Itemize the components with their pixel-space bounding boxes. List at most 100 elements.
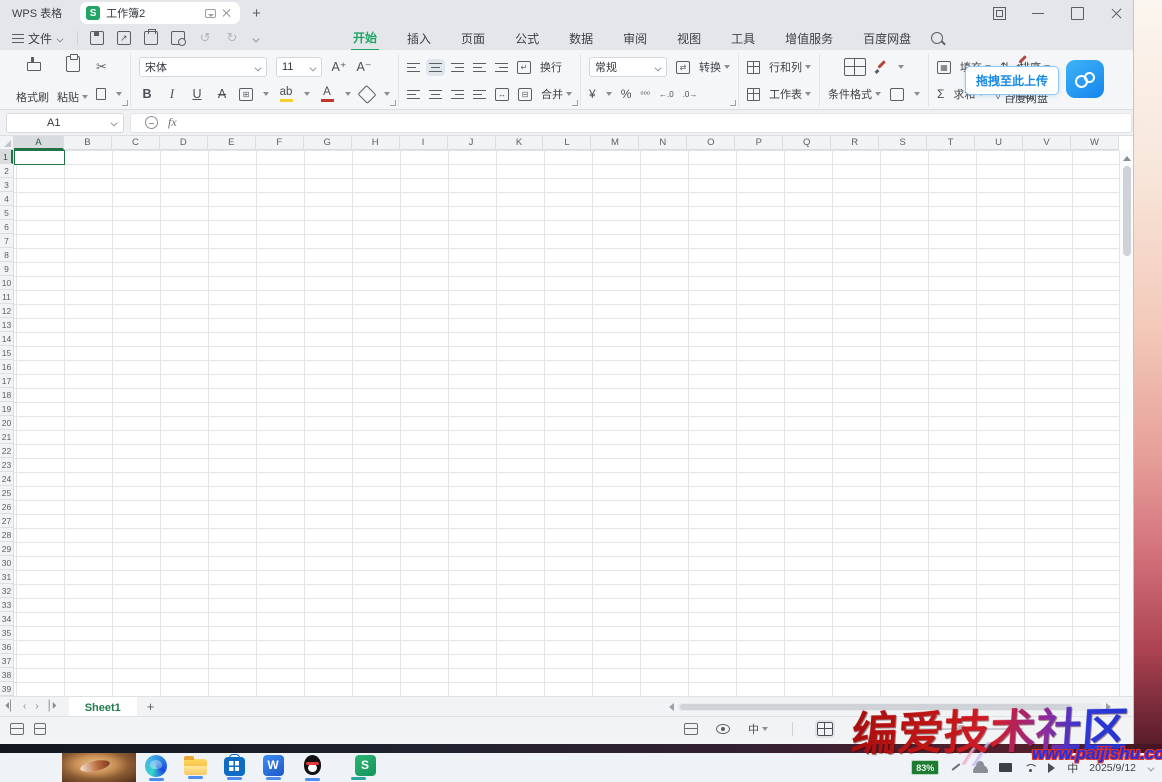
column-header-R[interactable]: R bbox=[831, 136, 879, 150]
worksheet-button[interactable]: 工作表 bbox=[769, 86, 811, 102]
align-middle-icon[interactable] bbox=[429, 62, 442, 73]
cell-border-style-icon[interactable] bbox=[890, 88, 904, 101]
baidu-netdisk-icon[interactable] bbox=[1066, 60, 1104, 98]
row-header-1[interactable]: 1 bbox=[0, 150, 13, 164]
chevron-down-icon[interactable] bbox=[304, 91, 310, 97]
align-left-icon[interactable] bbox=[407, 89, 420, 100]
sheet-tab-sheet1[interactable]: Sheet1 bbox=[69, 697, 137, 717]
chevron-down-icon[interactable] bbox=[606, 91, 612, 97]
column-header-A[interactable]: A bbox=[14, 136, 64, 150]
name-box[interactable]: A1 bbox=[6, 113, 124, 133]
increase-decimal-icon[interactable]: ←.0 bbox=[659, 90, 674, 99]
justify-icon[interactable] bbox=[473, 89, 486, 100]
cut-icon[interactable]: ✂ bbox=[96, 60, 107, 74]
column-header-Q[interactable]: Q bbox=[783, 136, 831, 150]
row-header-15[interactable]: 15 bbox=[0, 346, 13, 360]
row-header-35[interactable]: 35 bbox=[0, 626, 13, 640]
row-header-2[interactable]: 2 bbox=[0, 164, 13, 178]
row-header-24[interactable]: 24 bbox=[0, 472, 13, 486]
undo-icon[interactable]: ↺ bbox=[198, 31, 212, 45]
row-header-17[interactable]: 17 bbox=[0, 374, 13, 388]
menu-tab-数据[interactable]: 数据 bbox=[567, 27, 595, 50]
horizontal-scroll-track[interactable] bbox=[678, 703, 1102, 711]
formula-input[interactable]: fx bbox=[130, 113, 1132, 133]
column-header-S[interactable]: S bbox=[879, 136, 927, 150]
close-window-icon[interactable] bbox=[1110, 7, 1123, 20]
align-bottom-icon[interactable] bbox=[451, 62, 464, 73]
row-header-28[interactable]: 28 bbox=[0, 528, 13, 542]
column-header-G[interactable]: G bbox=[304, 136, 352, 150]
next-sheet-icon[interactable]: › bbox=[30, 701, 42, 712]
minimize-icon[interactable] bbox=[1032, 7, 1045, 20]
align-right-icon[interactable] bbox=[451, 89, 464, 100]
column-header-N[interactable]: N bbox=[639, 136, 687, 150]
format-painter-button[interactable]: 格式刷 bbox=[16, 54, 49, 107]
column-header-C[interactable]: C bbox=[112, 136, 160, 150]
italic-button[interactable]: I bbox=[164, 86, 180, 102]
column-header-B[interactable]: B bbox=[64, 136, 112, 150]
menu-tab-工具[interactable]: 工具 bbox=[729, 27, 757, 50]
row-header-26[interactable]: 26 bbox=[0, 500, 13, 514]
column-header-W[interactable]: W bbox=[1071, 136, 1119, 150]
document-tab[interactable]: S 工作簿2 bbox=[80, 2, 240, 24]
column-header-L[interactable]: L bbox=[543, 136, 591, 150]
row-header-39[interactable]: 39 bbox=[0, 682, 13, 696]
menu-tab-开始[interactable]: 开始 bbox=[351, 26, 379, 51]
font-color-button[interactable]: A bbox=[319, 87, 335, 102]
widgets-thumbnail[interactable] bbox=[62, 753, 136, 782]
row-header-29[interactable]: 29 bbox=[0, 542, 13, 556]
increase-indent-icon[interactable] bbox=[495, 62, 508, 73]
menu-tab-插入[interactable]: 插入 bbox=[405, 27, 433, 50]
font-expander-icon[interactable] bbox=[389, 99, 396, 106]
row-header-16[interactable]: 16 bbox=[0, 360, 13, 374]
strikethrough-button[interactable]: A bbox=[214, 86, 230, 102]
conditional-format-button[interactable]: 条件格式 bbox=[828, 86, 881, 102]
row-header-10[interactable]: 10 bbox=[0, 276, 13, 290]
scroll-left-icon[interactable] bbox=[665, 703, 674, 711]
underline-button[interactable]: U bbox=[189, 86, 205, 102]
row-header-33[interactable]: 33 bbox=[0, 598, 13, 612]
pen-tray-icon[interactable] bbox=[950, 762, 962, 774]
normal-view-icon[interactable] bbox=[817, 722, 833, 736]
close-tab-icon[interactable] bbox=[222, 8, 232, 18]
row-header-8[interactable]: 8 bbox=[0, 248, 13, 262]
cloud-tray-icon[interactable] bbox=[973, 765, 988, 773]
row-header-27[interactable]: 27 bbox=[0, 514, 13, 528]
print-icon[interactable] bbox=[144, 31, 158, 45]
scroll-up-icon[interactable] bbox=[1123, 152, 1131, 161]
row-header-20[interactable]: 20 bbox=[0, 416, 13, 430]
cell-style-pen-icon[interactable] bbox=[875, 61, 888, 74]
menu-tab-增值服务[interactable]: 增值服务 bbox=[783, 27, 835, 50]
layout-toggle-icon[interactable] bbox=[993, 7, 1006, 20]
row-header-18[interactable]: 18 bbox=[0, 388, 13, 402]
column-header-H[interactable]: H bbox=[352, 136, 400, 150]
menu-tab-公式[interactable]: 公式 bbox=[513, 27, 541, 50]
save-icon[interactable] bbox=[90, 31, 104, 45]
font-size-select[interactable]: 11 bbox=[276, 57, 322, 77]
paste-button[interactable]: 粘贴 bbox=[57, 54, 88, 107]
column-header-K[interactable]: K bbox=[496, 136, 544, 150]
vertical-scrollbar[interactable] bbox=[1119, 150, 1133, 696]
column-header-V[interactable]: V bbox=[1023, 136, 1071, 150]
volume-icon[interactable] bbox=[1048, 763, 1060, 773]
merge-icon[interactable]: ⊟ bbox=[518, 88, 532, 101]
borders-button[interactable]: ⊞ bbox=[239, 88, 253, 101]
chevron-down-icon[interactable] bbox=[345, 91, 351, 97]
status-grid-icon[interactable] bbox=[10, 723, 24, 735]
currency-icon[interactable]: ¥ bbox=[589, 87, 596, 101]
battery-badge[interactable]: 83% bbox=[911, 760, 939, 775]
column-header-I[interactable]: I bbox=[400, 136, 448, 150]
redo-icon[interactable]: ↻ bbox=[225, 31, 239, 45]
zoom-slider[interactable] bbox=[903, 728, 1023, 730]
rows-cols-button[interactable]: 行和列 bbox=[769, 59, 811, 75]
row-header-14[interactable]: 14 bbox=[0, 332, 13, 346]
taskbar-wps-button[interactable]: S bbox=[338, 755, 378, 780]
column-header-O[interactable]: O bbox=[687, 136, 735, 150]
row-header-19[interactable]: 19 bbox=[0, 402, 13, 416]
add-sheet-button[interactable]: + bbox=[137, 699, 165, 714]
row-header-38[interactable]: 38 bbox=[0, 668, 13, 682]
number-format-select[interactable]: 常规 bbox=[589, 57, 667, 77]
convert-label[interactable]: 转换 bbox=[699, 59, 730, 75]
export-icon[interactable] bbox=[117, 31, 131, 45]
chevron-down-icon[interactable] bbox=[384, 91, 390, 97]
